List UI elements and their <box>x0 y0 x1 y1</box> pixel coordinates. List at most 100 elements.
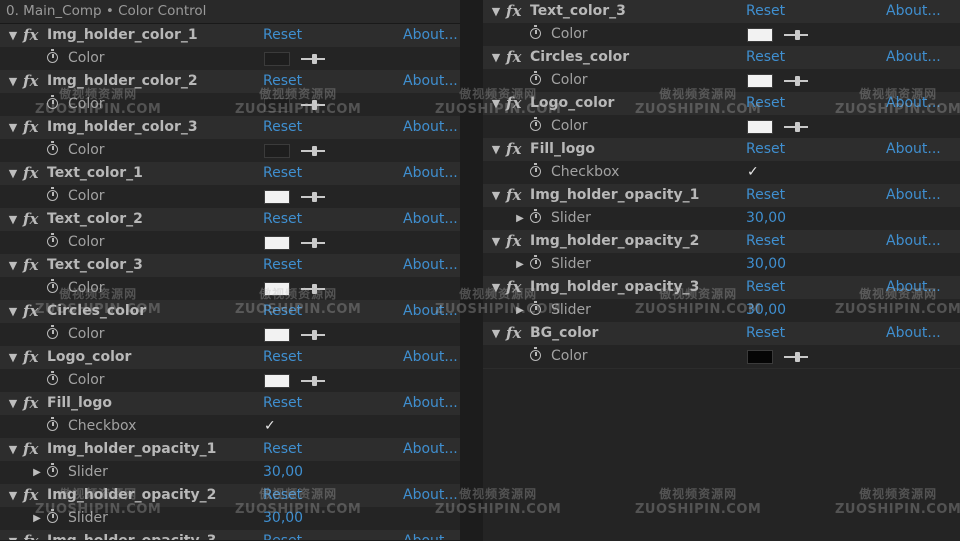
about-link[interactable]: About... <box>886 46 941 69</box>
slider-value[interactable]: 30,00 <box>746 253 786 276</box>
disclosure-triangle-expanded[interactable]: ▼ <box>6 484 20 507</box>
color-swatch[interactable] <box>264 328 290 342</box>
reset-link[interactable]: Reset <box>746 230 785 253</box>
fx-icon[interactable]: fx <box>506 46 521 69</box>
effect-row[interactable]: ▼ fx Circles_color Reset About... <box>483 46 960 69</box>
disclosure-triangle-expanded[interactable]: ▼ <box>489 276 503 299</box>
reset-link[interactable]: Reset <box>263 24 302 47</box>
reset-link[interactable]: Reset <box>746 184 785 207</box>
about-link[interactable]: About... <box>403 116 458 139</box>
stopwatch-icon[interactable] <box>47 141 58 155</box>
fx-icon[interactable]: fx <box>23 530 38 540</box>
disclosure-triangle-expanded[interactable]: ▼ <box>6 346 20 369</box>
fx-icon[interactable]: fx <box>23 70 38 93</box>
eyedropper-icon[interactable] <box>301 283 325 295</box>
stopwatch-icon[interactable] <box>47 325 58 339</box>
about-link[interactable]: About... <box>403 484 458 507</box>
reset-link[interactable]: Reset <box>746 276 785 299</box>
color-swatch[interactable] <box>264 282 290 296</box>
reset-link[interactable]: Reset <box>746 46 785 69</box>
about-link[interactable]: About... <box>886 322 941 345</box>
reset-link[interactable]: Reset <box>263 208 302 231</box>
reset-link[interactable]: Reset <box>746 138 785 161</box>
about-link[interactable]: About... <box>886 184 941 207</box>
stopwatch-icon[interactable] <box>530 25 541 39</box>
about-link[interactable]: About... <box>886 138 941 161</box>
effect-row[interactable]: ▼ fx Text_color_3 Reset About... <box>483 0 960 23</box>
effect-row[interactable]: ▼ fx Circles_color Reset About... <box>0 300 460 323</box>
about-link[interactable]: About... <box>403 254 458 277</box>
about-link[interactable]: About... <box>403 70 458 93</box>
fx-icon[interactable]: fx <box>23 24 38 47</box>
effect-row[interactable]: ▼fx Img_holder_opacity_3 Reset About... <box>483 276 960 299</box>
eyedropper-icon[interactable] <box>784 29 808 41</box>
stopwatch-icon[interactable] <box>47 95 58 109</box>
disclosure-triangle-expanded[interactable]: ▼ <box>6 254 20 277</box>
color-swatch[interactable] <box>264 98 290 112</box>
reset-link[interactable]: Reset <box>263 116 302 139</box>
disclosure-triangle-expanded[interactable]: ▼ <box>6 530 20 540</box>
fx-icon[interactable]: fx <box>506 276 521 299</box>
disclosure-triangle-expanded[interactable]: ▼ <box>6 162 20 185</box>
stopwatch-icon[interactable] <box>47 233 58 247</box>
about-link[interactable]: About... <box>886 0 941 23</box>
slider-value[interactable]: 30,00 <box>263 507 303 530</box>
about-link[interactable]: About... <box>403 438 458 461</box>
disclosure-triangle-expanded[interactable]: ▼ <box>489 184 503 207</box>
effect-row[interactable]: ▼ fx Logo_color Reset About... <box>0 346 460 369</box>
stopwatch-icon[interactable] <box>47 279 58 293</box>
color-swatch[interactable] <box>264 374 290 388</box>
fx-icon[interactable]: fx <box>23 300 38 323</box>
about-link[interactable]: About... <box>886 276 941 299</box>
reset-link[interactable]: Reset <box>263 530 302 540</box>
eyedropper-icon[interactable] <box>784 351 808 363</box>
eyedropper-icon[interactable] <box>301 191 325 203</box>
about-link[interactable]: About... <box>403 208 458 231</box>
about-link[interactable]: About... <box>403 300 458 323</box>
effect-row[interactable]: ▼ fx Img_holder_color_3 Reset About... <box>0 116 460 139</box>
eyedropper-icon[interactable] <box>301 145 325 157</box>
disclosure-triangle-collapsed[interactable]: ▶ <box>513 207 527 230</box>
fx-icon[interactable]: fx <box>23 346 38 369</box>
fx-icon[interactable]: fx <box>23 116 38 139</box>
disclosure-triangle-collapsed[interactable]: ▶ <box>513 299 527 322</box>
disclosure-triangle-expanded[interactable]: ▼ <box>6 70 20 93</box>
effect-row[interactable]: ▼ fx Img_holder_opacity_2 Reset About... <box>483 230 960 253</box>
eyedropper-icon[interactable] <box>301 99 325 111</box>
effect-row[interactable]: ▼ fx Img_holder_color_2 Reset About... <box>0 70 460 93</box>
disclosure-triangle-expanded[interactable]: ▼ <box>489 92 503 115</box>
effect-row[interactable]: ▼ fx Logo_color Reset About... <box>483 92 960 115</box>
about-link[interactable]: About... <box>886 230 941 253</box>
fx-icon[interactable]: fx <box>23 208 38 231</box>
stopwatch-icon[interactable] <box>47 371 58 385</box>
stopwatch-icon[interactable] <box>530 117 541 131</box>
reset-link[interactable]: Reset <box>746 92 785 115</box>
fx-icon[interactable]: fx <box>23 162 38 185</box>
reset-link[interactable]: Reset <box>263 484 302 507</box>
reset-link[interactable]: Reset <box>263 70 302 93</box>
effect-row[interactable]: ▼ fx Img_holder_color_1 Reset About... <box>0 24 460 47</box>
reset-link[interactable]: Reset <box>746 322 785 345</box>
slider-value[interactable]: 30,00 <box>263 461 303 484</box>
disclosure-triangle-expanded[interactable]: ▼ <box>489 138 503 161</box>
about-link[interactable]: About... <box>403 24 458 47</box>
eyedropper-icon[interactable] <box>301 329 325 341</box>
stopwatch-icon[interactable] <box>530 71 541 85</box>
disclosure-triangle-collapsed[interactable]: ▶ <box>513 253 527 276</box>
stopwatch-icon[interactable] <box>47 463 58 477</box>
stopwatch-icon[interactable] <box>47 187 58 201</box>
color-swatch[interactable] <box>747 74 773 88</box>
checkbox[interactable]: ✓ <box>747 161 759 184</box>
disclosure-triangle-expanded[interactable]: ▼ <box>6 392 20 415</box>
disclosure-triangle-expanded[interactable]: ▼ <box>489 46 503 69</box>
color-swatch[interactable] <box>264 236 290 250</box>
color-swatch[interactable] <box>747 350 773 364</box>
stopwatch-icon[interactable] <box>47 509 58 523</box>
fx-icon[interactable]: fx <box>506 0 521 23</box>
effect-row[interactable]: ▼ fx Text_color_1 Reset About... <box>0 162 460 185</box>
color-swatch[interactable] <box>264 144 290 158</box>
effect-row[interactable]: ▼ fx Text_color_2 Reset About... <box>0 208 460 231</box>
reset-link[interactable]: Reset <box>263 438 302 461</box>
effect-row[interactable]: ▼ fx Img_holder_opacity_1 Reset About... <box>0 438 460 461</box>
disclosure-triangle-collapsed[interactable]: ▶ <box>30 461 44 484</box>
